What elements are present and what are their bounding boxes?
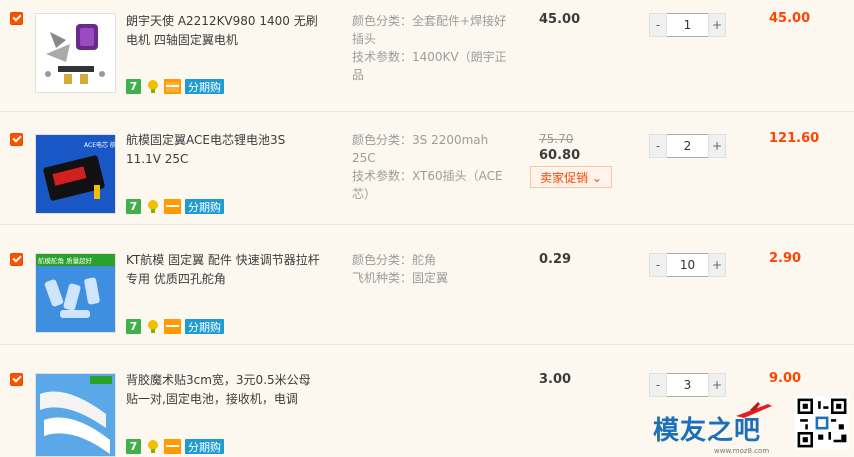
product-thumbnail[interactable]: 航模舵角 质量超好: [35, 253, 116, 333]
decrease-button[interactable]: -: [649, 373, 667, 397]
unit-price: 3.00: [539, 372, 572, 387]
item-subtotal: 121.60: [769, 131, 820, 146]
bulb-icon[interactable]: [145, 79, 160, 94]
site-watermark: 模友之吧 www.moz8.com: [650, 396, 854, 457]
item-checkbox[interactable]: [10, 373, 23, 386]
service-badges: 7 分期购: [126, 319, 224, 335]
product-specs: 颜色分类：舵角 飞机种类：固定翼: [352, 251, 512, 287]
credit-card-icon[interactable]: [164, 199, 181, 214]
seven-day-return-icon[interactable]: 7: [126, 79, 141, 94]
seller-promotion-dropdown[interactable]: 卖家促销 ⌄: [530, 166, 612, 188]
qr-code-icon: [795, 396, 849, 450]
product-thumbnail[interactable]: [35, 373, 116, 457]
quantity-stepper: - +: [649, 253, 726, 277]
installment-badge[interactable]: 分期购: [185, 199, 224, 214]
service-badges: 7 分期购: [126, 199, 224, 215]
product-title[interactable]: 朗宇天使 A2212KV980 1400 无刷电机 四轴固定翼电机: [126, 12, 321, 50]
original-price: 75.70: [539, 132, 574, 146]
thumb-label: 航模舵角 质量超好: [38, 256, 93, 265]
quantity-input[interactable]: [667, 373, 708, 397]
product-title[interactable]: 背胶魔术贴3cm宽，3元0.5米公母贴一对,固定电池，接收机，电调: [126, 371, 321, 409]
watermark-url: www.moz8.com: [714, 447, 770, 455]
credit-card-icon[interactable]: [164, 79, 181, 94]
increase-button[interactable]: +: [708, 253, 726, 277]
watermark-brand: 模友之吧: [653, 416, 762, 446]
installment-badge[interactable]: 分期购: [185, 439, 224, 454]
seven-day-return-icon[interactable]: 7: [126, 199, 141, 214]
decrease-button[interactable]: -: [649, 13, 667, 37]
bulb-icon[interactable]: [145, 439, 160, 454]
quantity-input[interactable]: [667, 253, 708, 277]
unit-price: 45.00: [539, 12, 581, 27]
service-badges: 7 分期购: [126, 79, 224, 95]
installment-badge[interactable]: 分期购: [185, 79, 224, 94]
spec-label: 技术参数：: [352, 169, 413, 183]
product-title[interactable]: KT航模 固定翼 配件 快速调节器拉杆专用 优质四孔舵角: [126, 251, 321, 289]
quantity-stepper: - +: [649, 13, 726, 37]
cart-item: 航模舵角 质量超好 KT航模 固定翼 配件 快速调节器拉杆专用 优质四孔舵角 7…: [0, 233, 854, 345]
cart-item: 朗宇天使 A2212KV980 1400 无刷电机 四轴固定翼电机 7 分期购 …: [0, 0, 854, 112]
velcro-tape-image: [36, 374, 115, 456]
installment-badge[interactable]: 分期购: [185, 319, 224, 334]
quantity-input[interactable]: [667, 134, 708, 158]
spec-label: 颜色分类：: [352, 133, 413, 147]
credit-card-icon[interactable]: [164, 319, 181, 334]
bulb-icon[interactable]: [145, 319, 160, 334]
product-thumbnail[interactable]: ACE电芯 航模首选: [35, 134, 116, 214]
thumb-label: ACE电芯 航模首选: [84, 141, 115, 149]
spec-value: 舵角: [412, 253, 437, 267]
credit-card-icon[interactable]: [164, 439, 181, 454]
spec-label: 飞机种类：: [352, 271, 413, 285]
item-checkbox[interactable]: [10, 253, 23, 266]
cart-item: ACE电芯 航模首选 航模固定翼ACE电芯锂电池3S 11.1V 25C 7 分…: [0, 113, 854, 225]
quantity-stepper: - +: [649, 373, 726, 397]
decrease-button[interactable]: -: [649, 134, 667, 158]
product-thumbnail[interactable]: [35, 13, 116, 93]
product-specs: 颜色分类：3S 2200mah 25C 技术参数：XT60插头（ACE芯）: [352, 131, 512, 203]
spec-value: 固定翼: [412, 271, 449, 285]
spec-label: 颜色分类：: [352, 253, 413, 267]
item-checkbox[interactable]: [10, 133, 23, 146]
quantity-input[interactable]: [667, 13, 708, 37]
item-subtotal: 9.00: [769, 371, 802, 386]
seven-day-return-icon[interactable]: 7: [126, 319, 141, 334]
increase-button[interactable]: +: [708, 13, 726, 37]
motor-image: [36, 14, 115, 92]
bulb-icon[interactable]: [145, 199, 160, 214]
unit-price: 0.29: [539, 252, 572, 267]
servo-horn-image: 航模舵角 质量超好: [36, 254, 115, 332]
item-subtotal: 45.00: [769, 11, 811, 26]
item-checkbox[interactable]: [10, 12, 23, 25]
decrease-button[interactable]: -: [649, 253, 667, 277]
battery-image: ACE电芯 航模首选: [36, 135, 115, 213]
unit-price: 60.80: [539, 148, 581, 163]
spec-label: 颜色分类：: [352, 14, 413, 28]
product-specs: 颜色分类：全套配件+焊接好插头 技术参数：1400KV（朗宇正品: [352, 12, 512, 84]
product-title[interactable]: 航模固定翼ACE电芯锂电池3S 11.1V 25C: [126, 131, 321, 169]
item-subtotal: 2.90: [769, 251, 802, 266]
service-badges: 7 分期购: [126, 439, 224, 455]
spec-label: 技术参数：: [352, 50, 413, 64]
increase-button[interactable]: +: [708, 134, 726, 158]
increase-button[interactable]: +: [708, 373, 726, 397]
quantity-stepper: - +: [649, 134, 726, 158]
seven-day-return-icon[interactable]: 7: [126, 439, 141, 454]
